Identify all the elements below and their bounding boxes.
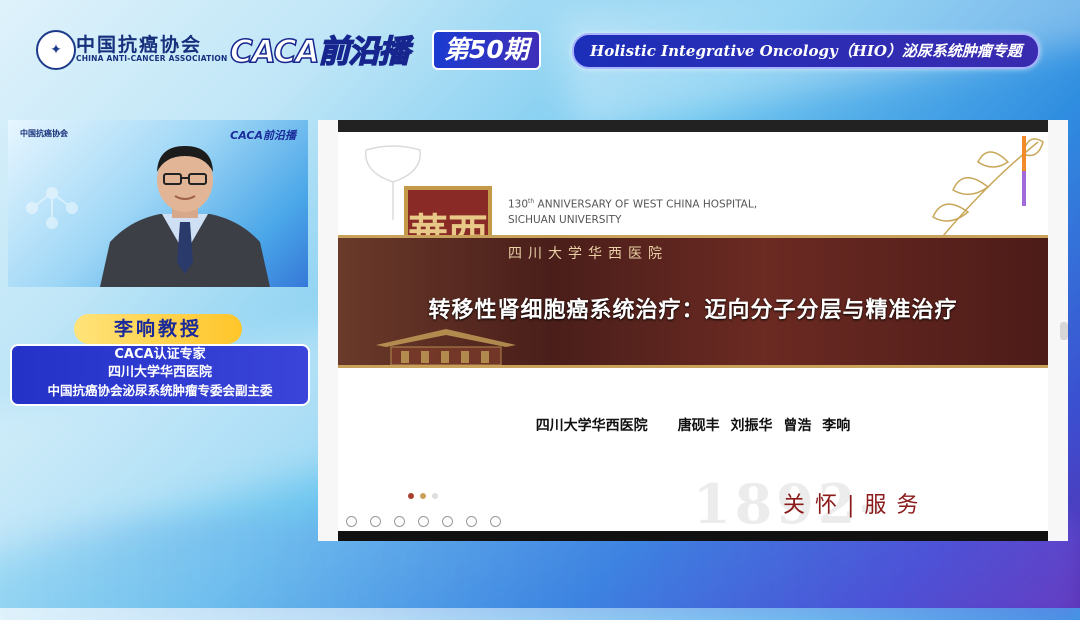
author-institution: 四川大学华西医院 — [535, 418, 648, 434]
speaker-name-tag: 李响教授 — [74, 314, 242, 344]
anniversary-caption: 130th ANNIVERSARY OF WEST CHINA HOSPITAL… — [508, 194, 757, 228]
broadcast-header: ✦ 中国抗癌协会 CHINA ANTI-CANCER ASSOCIATION C… — [0, 0, 1080, 100]
university-name: 四川大学华西医院 — [508, 246, 668, 262]
side-panel-handle[interactable] — [1060, 322, 1068, 340]
pagination-dot[interactable] — [408, 493, 414, 499]
topic-banner: Holistic Integrative Oncology（HIO）泌尿系统肿瘤… — [572, 33, 1040, 69]
credential-line: CACA认证专家 — [114, 347, 206, 362]
episode-badge: 第50期 — [432, 30, 541, 70]
speaker-figure — [100, 146, 270, 287]
molecule-decoration-icon — [26, 187, 78, 229]
credential-line: 中国抗癌协会泌尿系统肿瘤专委会副主委 — [47, 383, 273, 398]
more-options-icon[interactable] — [490, 516, 501, 527]
org-name: 中国抗癌协会 — [76, 34, 203, 56]
slides-grid-icon[interactable] — [418, 516, 429, 527]
slide-bottom-bar — [338, 531, 1048, 541]
program-brand: CACA前沿播 — [229, 33, 410, 71]
slide-show-toolbar — [346, 512, 514, 531]
org-name-english: CHINA ANTI-CANCER ASSOCIATION — [76, 54, 228, 63]
anniversary-text: ANNIVERSARY OF WEST CHINA HOSPITAL, — [534, 198, 758, 211]
slide-scrollbar[interactable] — [1022, 136, 1026, 206]
pen-icon[interactable] — [394, 516, 405, 527]
slide-title: 转移性肾细胞癌系统治疗：迈向分子分层与精准治疗 — [428, 298, 958, 323]
video-org-logo: 中国抗癌协会 — [20, 129, 68, 138]
subtitles-icon[interactable] — [466, 516, 477, 527]
slide-top-bar — [338, 120, 1048, 132]
zoom-icon[interactable] — [442, 516, 453, 527]
banner-rail — [338, 235, 1048, 238]
next-slide-icon[interactable] — [370, 516, 381, 527]
slide-authors: 四川大学华西医院 唐砚丰 刘振华 曾浩 李响 — [338, 415, 1048, 435]
banner-rail — [338, 365, 1048, 368]
credential-line: 四川大学华西医院 — [107, 365, 212, 380]
prev-slide-icon[interactable] — [346, 516, 357, 527]
org-emblem-icon: ✦ — [36, 30, 76, 70]
video-brand: CACA前沿播 — [230, 129, 296, 142]
building-roof-icon — [376, 329, 516, 365]
presentation-window: 華西 130th ANNIVERSARY OF WEST CHINA HOSPI… — [318, 120, 1068, 541]
speaker-credentials: CACA认证专家 四川大学华西医院 中国抗癌协会泌尿系统肿瘤专委会副主委 — [10, 344, 310, 406]
speaker-video: 中国抗癌协会 CACA前沿播 — [8, 120, 308, 287]
author-names: 唐砚丰 刘振华 曾浩 李响 — [677, 418, 851, 434]
slide-pagination-dots — [408, 484, 444, 503]
slide-motto: 关怀|服务 — [783, 493, 929, 518]
pagination-dot[interactable] — [420, 493, 426, 499]
anniversary-number: 130 — [508, 198, 529, 211]
anniversary-text: SICHUAN UNIVERSITY — [508, 213, 622, 226]
slide-canvas: 華西 130th ANNIVERSARY OF WEST CHINA HOSPI… — [338, 132, 1048, 531]
pagination-dot[interactable] — [432, 493, 438, 499]
